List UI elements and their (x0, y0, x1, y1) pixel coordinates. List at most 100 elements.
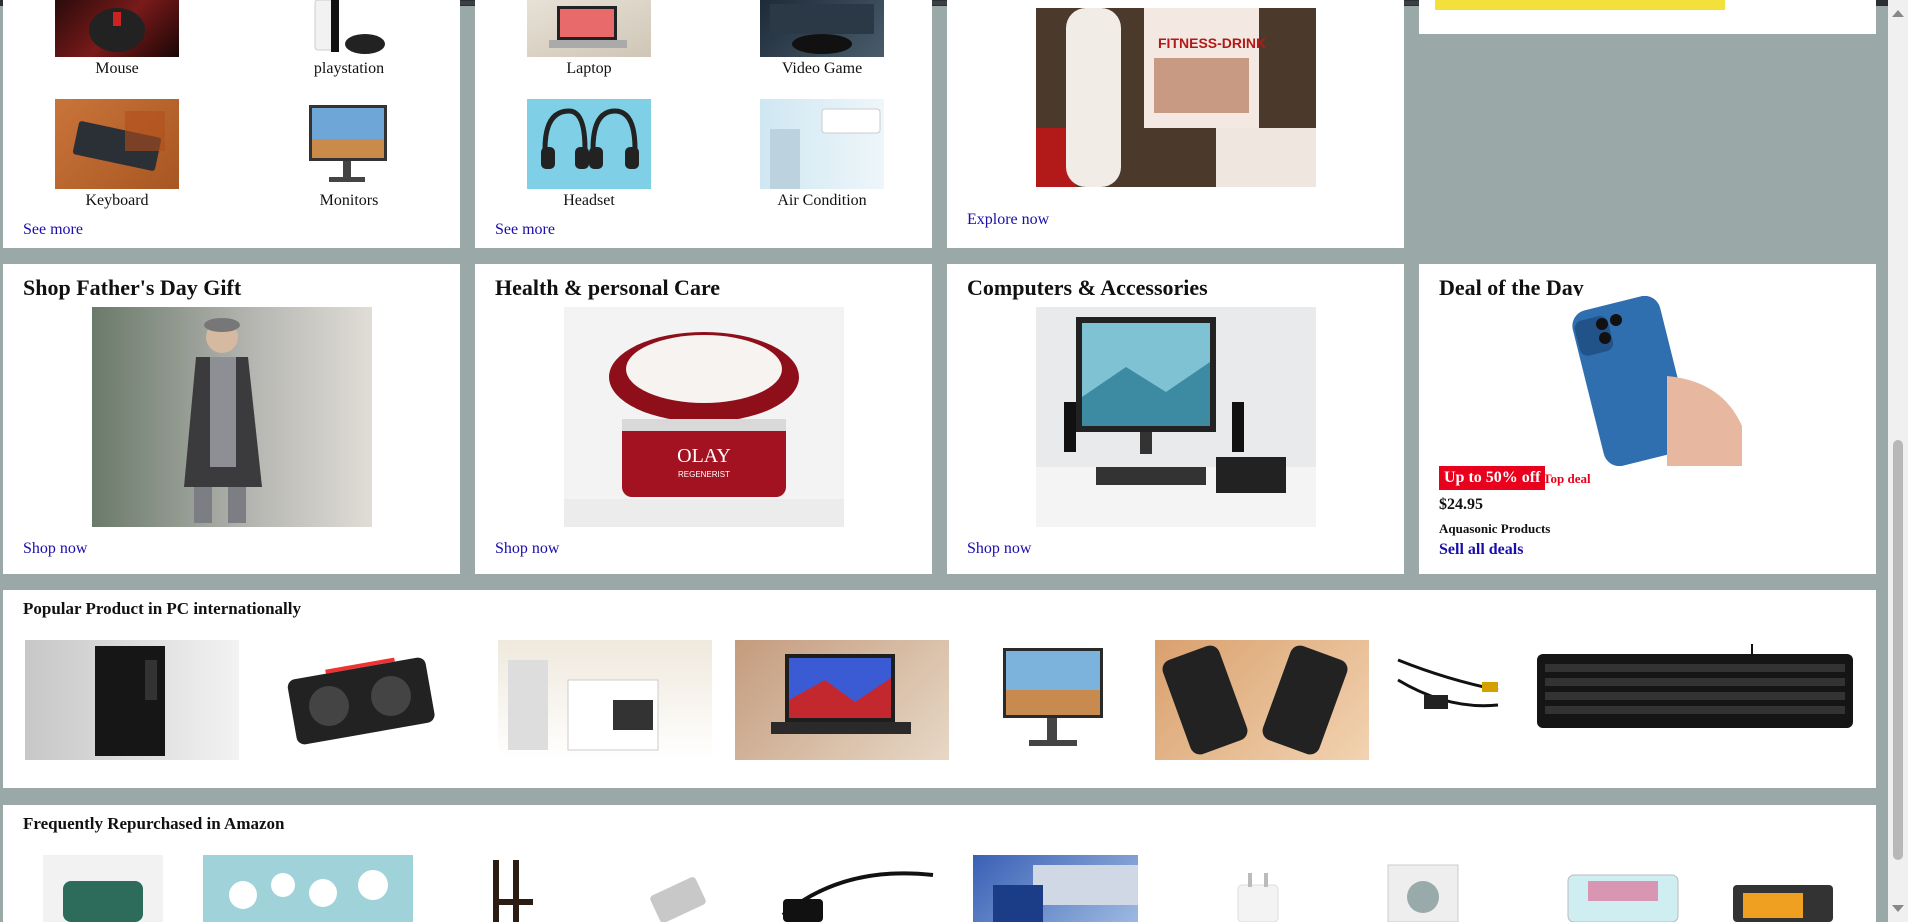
adapter-cable-icon (1397, 658, 1499, 709)
keyboard-icon (1537, 644, 1853, 728)
shop-now-link[interactable]: Shop now (967, 540, 1031, 558)
air-condition-image[interactable] (760, 99, 884, 189)
jar-brand-text: OLAY (677, 445, 731, 467)
sell-all-deals-link[interactable]: Sell all deals (1439, 541, 1523, 559)
usb-drive-icon (650, 877, 706, 922)
product-power-adapter[interactable] (1178, 855, 1298, 922)
category-card-accessories: Mouse playstation Keyboard Monitors See … (3, 0, 460, 248)
product-keyboard[interactable] (1535, 640, 1855, 760)
health-care-card: Health & personal Care OLAY REGENERIST S… (475, 264, 932, 574)
product-hdmi-cables[interactable] (1155, 640, 1369, 760)
tile-label-keyboard: Keyboard (85, 192, 149, 209)
computers-image[interactable] (1036, 307, 1316, 527)
page-scrollbar[interactable] (1888, 0, 1908, 922)
armchair-icon (63, 881, 143, 922)
product-oven[interactable] (1723, 855, 1843, 922)
fitness-card: FITNESS-DRINK Explore now (947, 0, 1404, 248)
strip-title: Frequently Repurchased in Amazon (23, 814, 285, 833)
keyboard-icon (72, 111, 165, 171)
category-card-electronics: Laptop Video Game Headset Air Condition … (475, 0, 932, 248)
laptop-icon (549, 6, 627, 48)
gamepad-icon (770, 4, 874, 54)
tile-label-playstation: playstation (313, 60, 385, 77)
explore-now-link[interactable]: Explore now (967, 211, 1049, 229)
product-laptop[interactable] (735, 640, 949, 760)
light-bulb-icon (229, 870, 388, 909)
oven-icon (1733, 885, 1833, 922)
tile-label-headset: Headset (563, 192, 615, 209)
desktop-setup-icon (1036, 317, 1316, 527)
washing-machine-icon (1387, 864, 1459, 922)
shop-now-link[interactable]: Shop now (495, 540, 559, 558)
product-monitor[interactable] (993, 640, 1123, 760)
chair-icon (493, 860, 533, 922)
product-pc-case[interactable] (25, 640, 239, 760)
video-game-image[interactable] (760, 0, 884, 57)
scroll-thumb[interactable] (1893, 440, 1903, 860)
product-washing-machine[interactable] (1378, 855, 1478, 922)
product-ssd-laptop[interactable] (973, 855, 1138, 922)
empty-top-card (1419, 0, 1876, 34)
deal-brand: Aquasonic Products (1439, 521, 1551, 536)
laptop-icon (771, 654, 911, 734)
top-deal-label: Top deal (1543, 471, 1591, 486)
air-conditioner-icon (770, 108, 881, 189)
product-graphics-card[interactable] (261, 640, 451, 760)
laptop-image[interactable] (527, 0, 651, 57)
popular-products-strip: Popular Product in PC internationally (3, 590, 1876, 788)
fathers-day-card: Shop Father's Day Gift Shop now (3, 264, 460, 574)
playstation-image[interactable] (305, 0, 390, 57)
health-care-image[interactable]: OLAY REGENERIST (564, 307, 844, 527)
product-wooden-chair[interactable] (473, 855, 553, 922)
mouse-image[interactable] (55, 0, 179, 57)
card-title: Shop Father's Day Gift (23, 275, 242, 300)
tile-label-mouse: Mouse (95, 60, 139, 77)
playstation-icon (314, 0, 385, 54)
yellow-banner-bar (1435, 0, 1725, 10)
tile-label-monitors: Monitors (319, 192, 379, 209)
fathers-day-image[interactable] (92, 307, 372, 527)
fitness-drink-image[interactable]: FITNESS-DRINK (1036, 8, 1316, 187)
network-adapter-icon (781, 871, 934, 922)
deal-of-the-day-card: Deal of the Day Up to 50% off Top deal $… (1419, 264, 1876, 574)
product-adapter-cables[interactable] (1388, 640, 1508, 760)
keyboard-image[interactable] (55, 99, 179, 189)
jar-line-text: REGENERIST (678, 470, 730, 479)
headset-image[interactable] (527, 99, 651, 189)
phone-icon (1572, 296, 1742, 466)
computers-accessories-card: Computers & Accessories Shop now (947, 264, 1404, 574)
cable-icon (1162, 645, 1348, 755)
monitors-image[interactable] (305, 99, 390, 189)
power-plug-icon (1237, 873, 1279, 922)
product-printer[interactable] (498, 640, 712, 760)
see-more-link[interactable]: See more (495, 221, 555, 239)
product-usb-drive[interactable] (633, 855, 713, 922)
product-light-bulbs[interactable] (203, 855, 413, 922)
monitor-icon (309, 105, 387, 182)
gpu-icon (287, 657, 435, 745)
product-network-adapter[interactable] (773, 855, 943, 922)
repurchased-strip: Frequently Repurchased in Amazon (3, 805, 1876, 922)
mouse-icon (89, 8, 145, 52)
monitor-icon (1003, 648, 1103, 746)
man-figure-icon (184, 318, 262, 523)
see-more-link[interactable]: See more (23, 221, 83, 239)
deal-price: $24.95 (1439, 496, 1483, 513)
card-title: Computers & Accessories (967, 275, 1208, 300)
tile-label-video-game: Video Game (781, 60, 863, 77)
ssd-icon (993, 865, 1138, 922)
shop-now-link[interactable]: Shop now (23, 540, 87, 558)
fitness-products-icon: FITNESS-DRINK (1036, 8, 1316, 187)
product-armchair[interactable] (43, 855, 163, 922)
freezer-icon (1567, 874, 1679, 922)
tile-label-laptop: Laptop (566, 60, 612, 77)
deal-phone-image[interactable] (1547, 296, 1747, 466)
discount-badge: Up to 50% off (1439, 466, 1546, 490)
printer-icon (508, 660, 659, 751)
scroll-up-arrow-icon[interactable] (1892, 10, 1904, 17)
product-freezer[interactable] (1558, 855, 1688, 922)
tile-label-air-condition: Air Condition (777, 192, 867, 209)
card-title: Health & personal Care (495, 275, 721, 300)
cream-jar-icon: OLAY REGENERIST (564, 332, 844, 527)
scroll-down-arrow-icon[interactable] (1892, 905, 1904, 912)
